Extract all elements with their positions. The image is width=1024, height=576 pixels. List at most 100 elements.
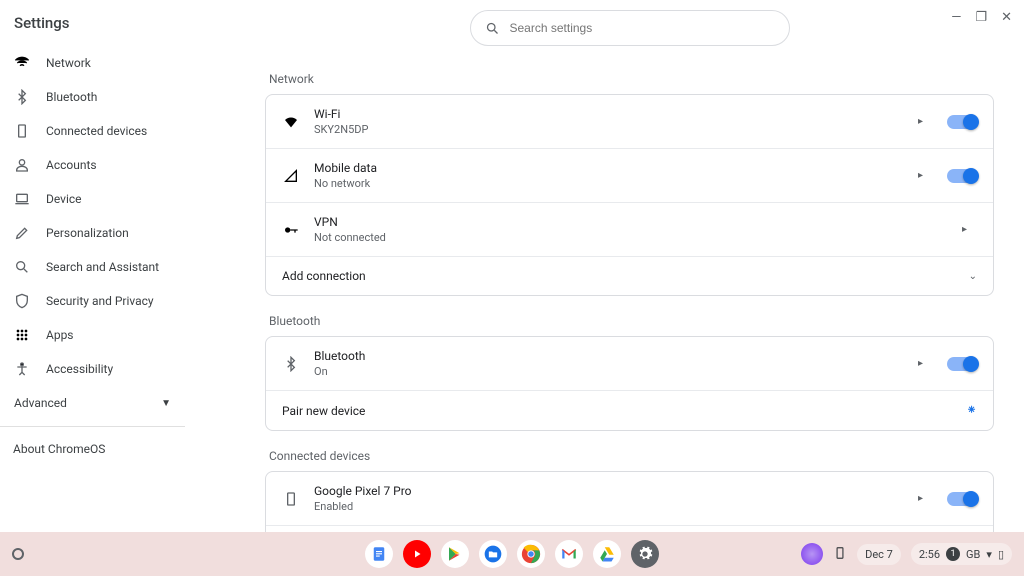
sidebar-item-label: Personalization	[46, 226, 129, 240]
chevron-right-icon: ▸	[962, 224, 967, 235]
status-pill[interactable]: 2:56 1 GB ▾ ▯	[911, 543, 1012, 565]
app-docs-icon[interactable]	[365, 540, 393, 568]
app-chrome-icon[interactable]	[517, 540, 545, 568]
time-label: 2:56	[919, 548, 940, 561]
sidebar-advanced[interactable]: Advanced ▼	[0, 386, 185, 420]
launcher-button[interactable]	[12, 548, 24, 560]
sidebar-item-device[interactable]: Device	[0, 182, 185, 216]
app-gmail-icon[interactable]	[555, 540, 583, 568]
advanced-label: Advanced	[14, 396, 67, 410]
app-youtube-icon[interactable]	[403, 540, 431, 568]
sidebar-item-connected-devices[interactable]: Connected devices	[0, 114, 185, 148]
row-phone[interactable]: Google Pixel 7 Pro Enabled ▸	[266, 472, 993, 525]
pair-label: Pair new device	[282, 404, 952, 418]
notification-badge: 1	[946, 547, 960, 561]
divider	[0, 426, 185, 427]
sidebar-item-personalization[interactable]: Personalization	[0, 216, 185, 250]
phone-toggle[interactable]	[947, 492, 977, 506]
app-settings-icon[interactable]	[631, 540, 659, 568]
section-network-label: Network	[269, 72, 994, 86]
row-wifi[interactable]: Wi-Fi SKY2N5DP ▸	[266, 95, 993, 148]
phone-hub-icon[interactable]	[833, 546, 847, 563]
wifi-icon	[14, 55, 30, 71]
chevron-right-icon: ▸	[918, 358, 923, 369]
row-mobile-data[interactable]: Mobile data No network ▸	[266, 148, 993, 202]
sidebar-item-accounts[interactable]: Accounts	[0, 148, 185, 182]
battery-icon: ▯	[998, 548, 1004, 561]
sidebar-item-label: Accounts	[46, 158, 97, 172]
row-add-connection[interactable]: Add connection ⌄	[266, 256, 993, 295]
phone-title: Google Pixel 7 Pro	[314, 484, 904, 498]
sidebar-item-label: Security and Privacy	[46, 294, 154, 308]
vpn-sub: Not connected	[314, 231, 948, 244]
wifi-icon	[282, 114, 300, 130]
sidebar-item-accessibility[interactable]: Accessibility	[0, 352, 185, 386]
vpn-key-icon	[282, 222, 300, 238]
minimize-button[interactable]: —	[951, 10, 961, 25]
section-connected-label: Connected devices	[269, 449, 994, 463]
app-files-icon[interactable]	[479, 540, 507, 568]
sidebar-item-label: Accessibility	[46, 362, 113, 376]
close-button[interactable]: ✕	[1001, 10, 1012, 25]
row-pair-device[interactable]: Pair new device ⁕	[266, 390, 993, 430]
avatar[interactable]	[801, 543, 823, 565]
search-input[interactable]	[510, 21, 775, 35]
wifi-title: Wi-Fi	[314, 107, 904, 121]
main-content: Network Wi-Fi SKY2N5DP ▸ Mobile data No …	[185, 0, 1024, 545]
mobile-title: Mobile data	[314, 161, 904, 175]
sidebar-item-search-assistant[interactable]: Search and Assistant	[0, 250, 185, 284]
bluetooth-card: Bluetooth On ▸ Pair new device ⁕	[265, 336, 994, 431]
apps-icon	[14, 327, 30, 343]
search-box[interactable]	[470, 10, 790, 46]
sidebar-item-label: Bluetooth	[46, 90, 97, 104]
sidebar-item-network[interactable]: Network	[0, 46, 185, 80]
chevron-right-icon: ▸	[918, 170, 923, 181]
sidebar: Settings Network Bluetooth Connected dev…	[0, 0, 185, 545]
row-vpn[interactable]: VPN Not connected ▸	[266, 202, 993, 256]
app-drive-icon[interactable]	[593, 540, 621, 568]
vpn-title: VPN	[314, 215, 948, 229]
search-icon	[485, 21, 500, 36]
mobile-sub: No network	[314, 177, 904, 190]
signal-icon	[282, 168, 300, 184]
sidebar-item-bluetooth[interactable]: Bluetooth	[0, 80, 185, 114]
shelf: Dec 7 2:56 1 GB ▾ ▯	[0, 532, 1024, 576]
bluetooth-icon	[282, 356, 300, 372]
search-icon	[14, 259, 30, 275]
sidebar-item-label: Search and Assistant	[46, 260, 159, 274]
sidebar-item-label: Device	[46, 192, 82, 206]
shield-icon	[14, 293, 30, 309]
laptop-icon	[14, 191, 30, 207]
bt-title: Bluetooth	[314, 349, 904, 363]
chevron-right-icon: ▸	[918, 493, 923, 504]
phone-icon	[14, 123, 30, 139]
bluetooth-toggle[interactable]	[947, 357, 977, 371]
bluetooth-pair-icon: ⁕	[966, 403, 977, 418]
page-title: Settings	[0, 14, 185, 46]
app-play-store-icon[interactable]	[441, 540, 469, 568]
sidebar-item-security-privacy[interactable]: Security and Privacy	[0, 284, 185, 318]
phone-icon	[282, 491, 300, 507]
mobile-toggle[interactable]	[947, 169, 977, 183]
accessibility-icon	[14, 361, 30, 377]
bt-sub: On	[314, 365, 904, 378]
chevron-down-icon: ▼	[161, 398, 171, 409]
chevron-down-icon: ⌄	[969, 271, 977, 282]
about-label: About ChromeOS	[13, 442, 105, 456]
sidebar-item-label: Network	[46, 56, 91, 70]
restore-button[interactable]: ❐	[975, 10, 987, 25]
add-connection-label: Add connection	[282, 269, 955, 283]
section-bluetooth-label: Bluetooth	[269, 314, 994, 328]
phone-sub: Enabled	[314, 500, 904, 513]
row-bluetooth[interactable]: Bluetooth On ▸	[266, 337, 993, 390]
network-card: Wi-Fi SKY2N5DP ▸ Mobile data No network …	[265, 94, 994, 296]
sidebar-item-about[interactable]: About ChromeOS	[0, 433, 185, 465]
sidebar-item-label: Apps	[46, 328, 74, 342]
system-tray[interactable]: Dec 7 2:56 1 GB ▾ ▯	[801, 543, 1012, 565]
wifi-toggle[interactable]	[947, 115, 977, 129]
edit-icon	[14, 225, 30, 241]
bluetooth-icon	[14, 89, 30, 105]
date-pill[interactable]: Dec 7	[857, 544, 901, 565]
window-controls: — ❐ ✕	[951, 10, 1012, 25]
sidebar-item-apps[interactable]: Apps	[0, 318, 185, 352]
